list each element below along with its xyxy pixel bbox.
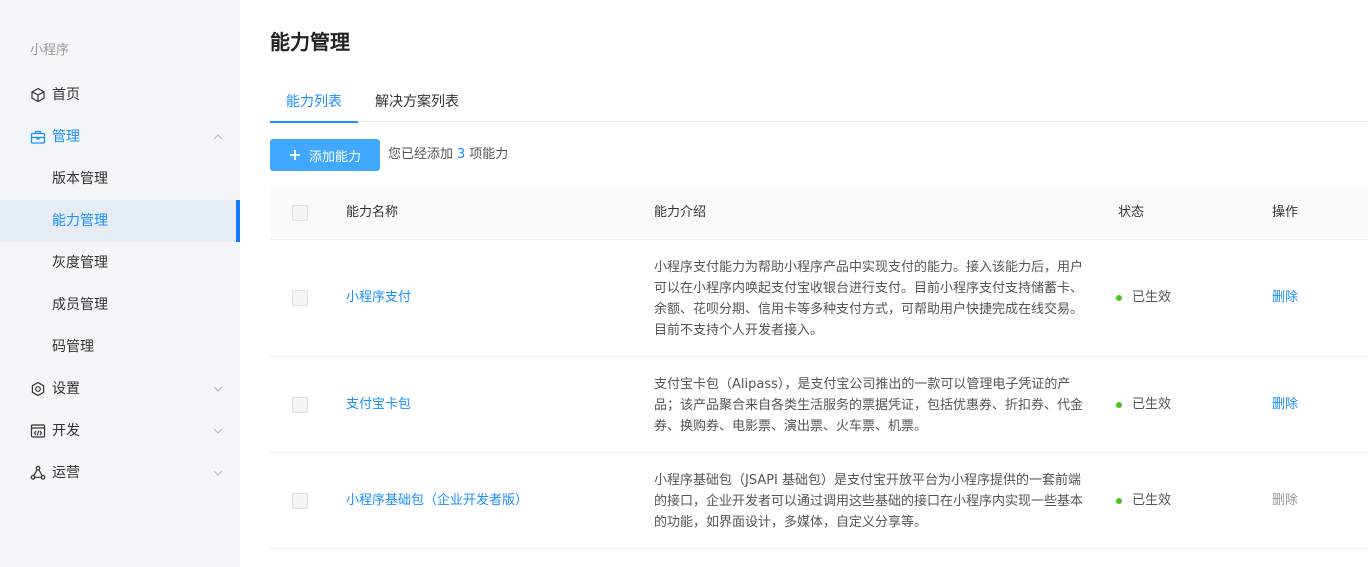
table-row: 小程序支付 小程序支付能力为帮助小程序产品中实现支付的能力。接入该能力后，用户可… xyxy=(270,240,1368,357)
delete-link[interactable]: 删除 xyxy=(1272,289,1298,307)
capability-table: 能力名称 能力介绍 状态 操作 小程序支付 小程序支付能力为帮助小程序产品中实现… xyxy=(270,186,1368,549)
capability-description: 支付宝卡包（Alipass），是支付宝公司推出的一款可以管理电子凭证的产品；该产… xyxy=(654,377,1084,434)
status-text: 已生效 xyxy=(1132,397,1172,412)
sidebar-subitem-code-management[interactable]: 码管理 xyxy=(0,326,240,368)
sidebar-item-settings[interactable]: 设置 xyxy=(0,368,240,410)
capability-description: 小程序基础包（JSAPI 基础包）是支付宝开放平台为小程序提供的一套前端的接口，… xyxy=(654,473,1084,530)
status-text: 已生效 xyxy=(1132,493,1172,508)
summary-prefix: 您已经添加 xyxy=(388,147,454,162)
triangle-nodes-icon xyxy=(30,465,46,481)
chevron-down-icon[interactable] xyxy=(212,467,224,479)
delete-link-disabled: 删除 xyxy=(1272,493,1299,508)
row-checkbox[interactable] xyxy=(292,290,308,306)
row-checkbox[interactable] xyxy=(292,397,308,413)
capability-count-summary: 您已经添加 3 项能力 xyxy=(388,146,508,164)
add-capability-button[interactable]: 添加能力 xyxy=(270,139,380,171)
plus-icon xyxy=(289,149,301,161)
sidebar-subitem-label: 能力管理 xyxy=(52,213,108,229)
sidebar-item-label: 设置 xyxy=(52,381,80,397)
status-text: 已生效 xyxy=(1132,290,1172,305)
sidebar-item-operations[interactable]: 运营 xyxy=(0,452,240,494)
capability-name-link[interactable]: 小程序基础包（企业开发者版） xyxy=(346,492,528,510)
code-window-icon xyxy=(30,423,46,439)
sidebar-subitem-label: 版本管理 xyxy=(52,171,108,187)
page-title: 能力管理 xyxy=(270,30,350,54)
status-dot-icon xyxy=(1116,498,1122,504)
status-cell: 已生效 xyxy=(1116,492,1171,510)
sidebar-subitem-member-management[interactable]: 成员管理 xyxy=(0,284,240,326)
chevron-down-icon[interactable] xyxy=(212,425,224,437)
gear-icon xyxy=(30,381,46,397)
sidebar-item-label: 首页 xyxy=(52,87,80,103)
capability-count: 3 xyxy=(457,147,466,162)
header-status: 状态 xyxy=(1118,205,1145,220)
sidebar-item-manage[interactable]: 管理 xyxy=(0,116,240,158)
briefcase-icon xyxy=(30,129,46,145)
sidebar-item-develop[interactable]: 开发 xyxy=(0,410,240,452)
table-row: 小程序基础包（企业开发者版） 小程序基础包（JSAPI 基础包）是支付宝开放平台… xyxy=(270,453,1368,549)
chevron-down-icon[interactable] xyxy=(212,383,224,395)
row-checkbox[interactable] xyxy=(292,493,308,509)
table-row: 支付宝卡包 支付宝卡包（Alipass），是支付宝公司推出的一款可以管理电子凭证… xyxy=(270,357,1368,453)
capability-name-link[interactable]: 小程序支付 xyxy=(346,289,411,307)
sidebar: 小程序 首页 管理 版本管理 能力管理 灰度管理 成员管理 码管理 设置 开发 … xyxy=(0,0,240,567)
status-dot-icon xyxy=(1116,295,1122,301)
header-action: 操作 xyxy=(1272,205,1299,220)
sidebar-section-title: 小程序 xyxy=(30,43,70,58)
add-capability-button-label: 添加能力 xyxy=(308,148,361,164)
sidebar-item-label: 运营 xyxy=(52,465,80,481)
sidebar-subitem-label: 码管理 xyxy=(52,339,94,355)
sidebar-subitem-label: 成员管理 xyxy=(52,297,108,313)
sidebar-item-label: 管理 xyxy=(52,129,80,145)
chevron-up-icon[interactable] xyxy=(212,131,224,143)
header-capability-description: 能力介绍 xyxy=(654,205,707,220)
status-dot-icon xyxy=(1116,402,1122,408)
sidebar-subitem-version-management[interactable]: 版本管理 xyxy=(0,158,240,200)
sidebar-subitem-label: 灰度管理 xyxy=(52,255,108,271)
sidebar-item-label: 开发 xyxy=(52,423,80,439)
tab-solution-list[interactable]: 解决方案列表 xyxy=(375,82,459,122)
main-content: 能力管理 能力列表 解决方案列表 添加能力 您已经添加 3 项能力 能力名称 能力介… xyxy=(240,0,1368,567)
capability-description: 小程序支付能力为帮助小程序产品中实现支付的能力。接入该能力后，用户可以在小程序内… xyxy=(654,260,1084,338)
tab-bar: 能力列表 解决方案列表 xyxy=(270,82,1368,123)
status-cell: 已生效 xyxy=(1116,289,1171,307)
capability-name-link[interactable]: 支付宝卡包 xyxy=(346,396,411,414)
table-header: 能力名称 能力介绍 状态 操作 xyxy=(270,186,1368,240)
sidebar-subitem-capability-management[interactable]: 能力管理 xyxy=(0,200,240,242)
summary-suffix: 项能力 xyxy=(469,147,509,162)
select-all-checkbox[interactable] xyxy=(292,205,308,221)
header-capability-name: 能力名称 xyxy=(346,205,399,220)
cube-icon xyxy=(30,87,46,103)
app-root: 小程序 首页 管理 版本管理 能力管理 灰度管理 成员管理 码管理 设置 开发 … xyxy=(0,0,1368,567)
sidebar-item-home[interactable]: 首页 xyxy=(0,74,240,116)
delete-link[interactable]: 删除 xyxy=(1272,396,1298,414)
sidebar-subitem-gray-release-management[interactable]: 灰度管理 xyxy=(0,242,240,284)
tab-capability-list[interactable]: 能力列表 xyxy=(270,82,358,123)
status-cell: 已生效 xyxy=(1116,396,1171,414)
